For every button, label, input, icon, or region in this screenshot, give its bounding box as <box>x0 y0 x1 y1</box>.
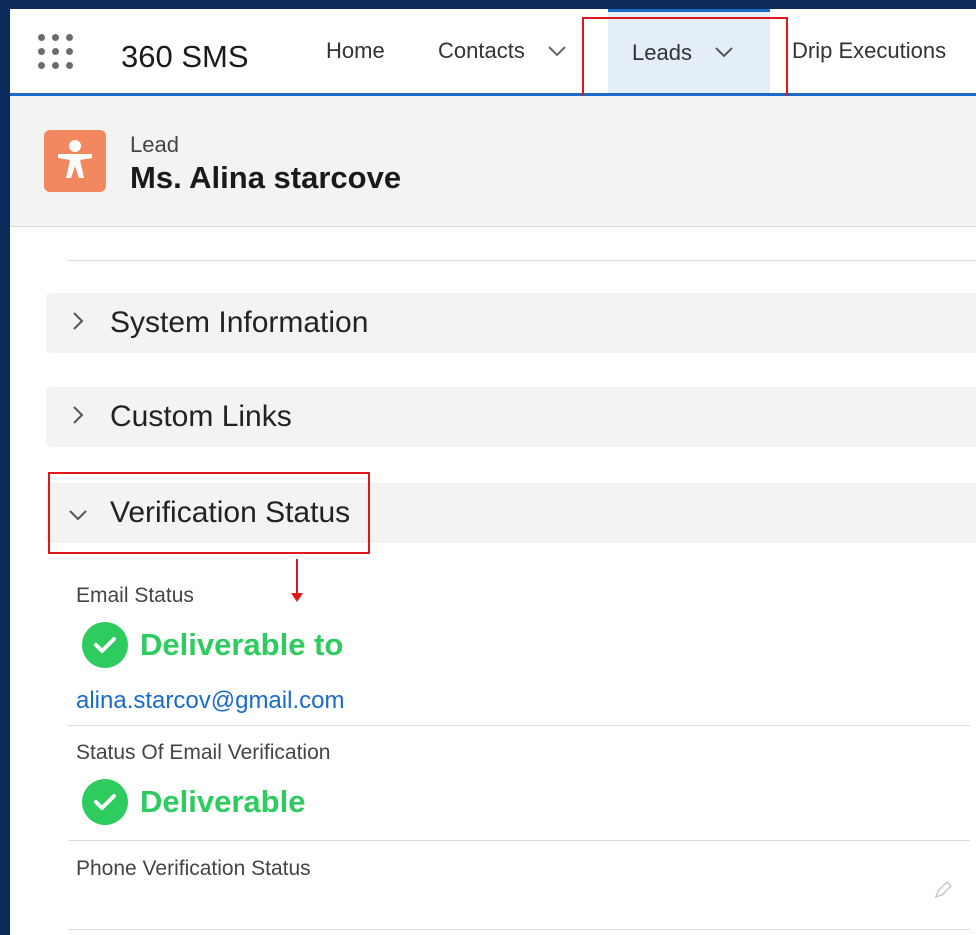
chevron-right-icon[interactable] <box>46 308 110 339</box>
nav-item-label: Drip Executions <box>792 38 947 63</box>
email-status-value: Deliverable to <box>82 622 343 668</box>
chevron-right-icon[interactable] <box>46 402 110 433</box>
section-title: Custom Links <box>110 400 292 433</box>
nav-item-drip-executions[interactable]: Drip Executions <box>792 9 946 93</box>
lead-person-icon <box>44 130 106 192</box>
global-nav: 360 SMS Home Contacts Leads Drip Executi… <box>10 9 976 96</box>
verification-highlight-box <box>48 472 370 554</box>
section-system-information[interactable]: System Information <box>46 293 976 353</box>
annotation-arrow <box>296 559 298 595</box>
email-link[interactable]: alina.starcov@gmail.com <box>76 687 344 715</box>
section-title: System Information <box>110 306 369 339</box>
app-frame: 360 SMS Home Contacts Leads Drip Executi… <box>10 9 976 935</box>
chevron-down-icon[interactable] <box>547 40 567 63</box>
check-circle-icon <box>82 779 128 825</box>
annotation-arrow-head <box>291 593 303 602</box>
nav-item-label: Contacts <box>438 38 525 63</box>
divider <box>68 929 970 930</box>
divider <box>68 840 970 841</box>
record-name: Ms. Alina starcove <box>130 160 402 195</box>
record-header: Lead Ms. Alina starcove <box>10 96 976 227</box>
email-verification-label: Status Of Email Verification <box>76 741 331 764</box>
pencil-icon[interactable] <box>932 879 954 901</box>
email-status-label: Email Status <box>76 584 194 607</box>
divider <box>68 725 970 726</box>
section-custom-links[interactable]: Custom Links <box>46 387 976 447</box>
phone-verification-label: Phone Verification Status <box>76 857 311 880</box>
leads-highlight-box <box>582 17 788 99</box>
nav-item-label: Home <box>326 38 385 63</box>
check-circle-icon <box>82 622 128 668</box>
email-verification-value: Deliverable <box>82 779 305 825</box>
nav-item-contacts[interactable]: Contacts <box>438 9 567 93</box>
app-launcher-icon[interactable] <box>36 32 80 76</box>
detail-card: System Information Custom Links Verifica… <box>10 227 976 935</box>
app-name: 360 SMS <box>121 39 249 74</box>
status-text: Deliverable to <box>140 627 344 662</box>
nav-item-home[interactable]: Home <box>326 9 385 93</box>
object-type-label: Lead <box>130 132 179 157</box>
status-text: Deliverable <box>140 784 306 819</box>
divider <box>68 260 976 261</box>
